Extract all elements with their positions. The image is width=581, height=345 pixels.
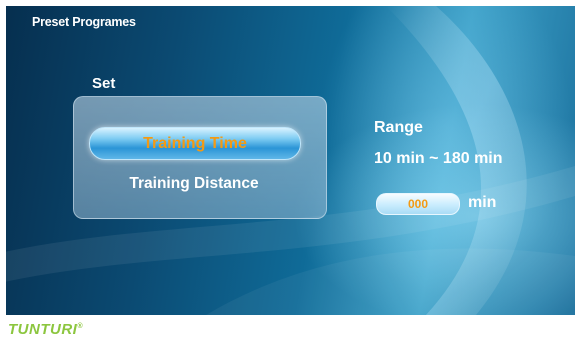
brand-name: TUNTURI bbox=[8, 321, 78, 338]
range-label: Range bbox=[374, 119, 423, 136]
set-label: Set bbox=[92, 75, 116, 92]
time-input-value: 000 bbox=[407, 197, 429, 211]
range-value: 10 min ~ 180 min bbox=[374, 150, 503, 167]
tunturi-logo: TUNTURI® bbox=[8, 321, 83, 338]
training-distance-option[interactable]: Training Distance bbox=[89, 170, 299, 198]
screen-title: Preset Programes bbox=[32, 15, 136, 29]
time-input-field[interactable]: 000 bbox=[376, 193, 460, 215]
brand-mark: ® bbox=[77, 323, 83, 330]
training-time-label: Training Time bbox=[143, 134, 247, 152]
training-distance-label: Training Distance bbox=[129, 175, 259, 192]
time-unit-label: min bbox=[468, 194, 497, 211]
training-time-option[interactable]: Training Time bbox=[89, 127, 301, 160]
